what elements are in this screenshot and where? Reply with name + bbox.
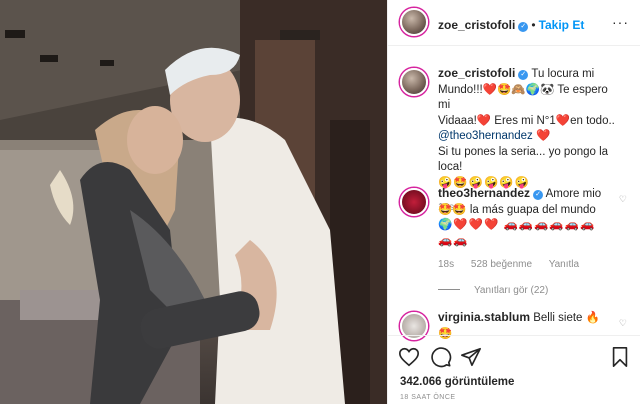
caption-line-3: Vidaaa!❤️ Eres mi N°1❤️en todo.. <box>438 114 615 127</box>
bookmark-icon[interactable] <box>609 346 631 368</box>
heart-emoji: ❤️ <box>536 130 551 142</box>
comment-heart-icon[interactable]: ♡ <box>619 192 627 208</box>
verified-icon: ✓ <box>533 190 544 200</box>
verified-icon: ✓ <box>518 70 529 80</box>
reply-button[interactable]: Yanıtla <box>549 259 579 270</box>
post-panel: zoe_cristofoli ✓ • Takip Et ··· zoe_cristof… <box>387 0 640 404</box>
post-header: zoe_cristofoli ✓ • Takip Et ··· <box>388 0 640 46</box>
comment-likes[interactable]: 528 beğenme <box>471 259 532 270</box>
comment-body: theo3hernandez ✓ Amore mio 🤩🤩 la más guap… <box>438 186 623 298</box>
heart-icon[interactable] <box>398 346 420 368</box>
author-username[interactable]: zoe_cristofoli <box>438 18 515 32</box>
comment-text-1: Belli siete 🔥 <box>533 312 600 324</box>
view-count[interactable]: 342.066 görüntüleme <box>400 376 514 388</box>
caption-line-1: Tu locura mi <box>531 68 595 80</box>
replies-line <box>438 289 460 291</box>
post-actions: 342.066 görüntüleme 18 SAAT ÖNCE <box>388 335 640 404</box>
caption-line-4: Si tu pones la seria... yo pongo la loca… <box>438 145 609 174</box>
post-media[interactable] <box>0 0 387 404</box>
header-line: zoe_cristofoli ✓ • Takip Et <box>438 16 584 34</box>
comment-meta: 18s 528 beğenme Yanıtla <box>438 257 623 273</box>
post-timestamp[interactable]: 18 SAAT ÖNCE <box>400 394 456 401</box>
comment-text-1: Amore mio <box>545 188 602 200</box>
more-options-icon[interactable]: ··· <box>612 14 629 30</box>
comment-username[interactable]: virginia.stablum <box>438 310 530 324</box>
comment-text-3: 🌍❤️❤️❤️ 🚗🚗🚗🚗🚗🚗 <box>438 219 596 231</box>
author-avatar[interactable] <box>400 8 428 36</box>
caption-avatar[interactable] <box>400 68 428 96</box>
verified-icon: ✓ <box>518 22 529 32</box>
comment-heart-icon[interactable]: ♡ <box>619 316 627 332</box>
comment-text-2: 🤩🤩 la más guapa del mundo <box>438 203 596 216</box>
comment-text-4: 🚗🚗 <box>438 234 469 247</box>
view-replies[interactable]: Yanıtları gör (22) <box>438 283 623 299</box>
post-photo <box>0 0 387 404</box>
caption-username[interactable]: zoe_cristofoli <box>438 66 515 80</box>
separator: • <box>531 18 536 32</box>
mention-link[interactable]: @theo3hernandez <box>438 130 533 142</box>
view-replies-label[interactable]: Yanıtları gör (22) <box>474 285 548 296</box>
comment-icon[interactable] <box>430 346 452 368</box>
share-icon[interactable] <box>460 346 482 368</box>
caption-line-2: Mundo!!!❤️🤩🙈🌍🐼 Te espero mi <box>438 83 608 112</box>
comment-time[interactable]: 18s <box>438 259 454 270</box>
comment-avatar[interactable] <box>400 188 428 216</box>
comment-username[interactable]: theo3hernandez <box>438 186 530 200</box>
follow-button[interactable]: Takip Et <box>539 18 585 32</box>
